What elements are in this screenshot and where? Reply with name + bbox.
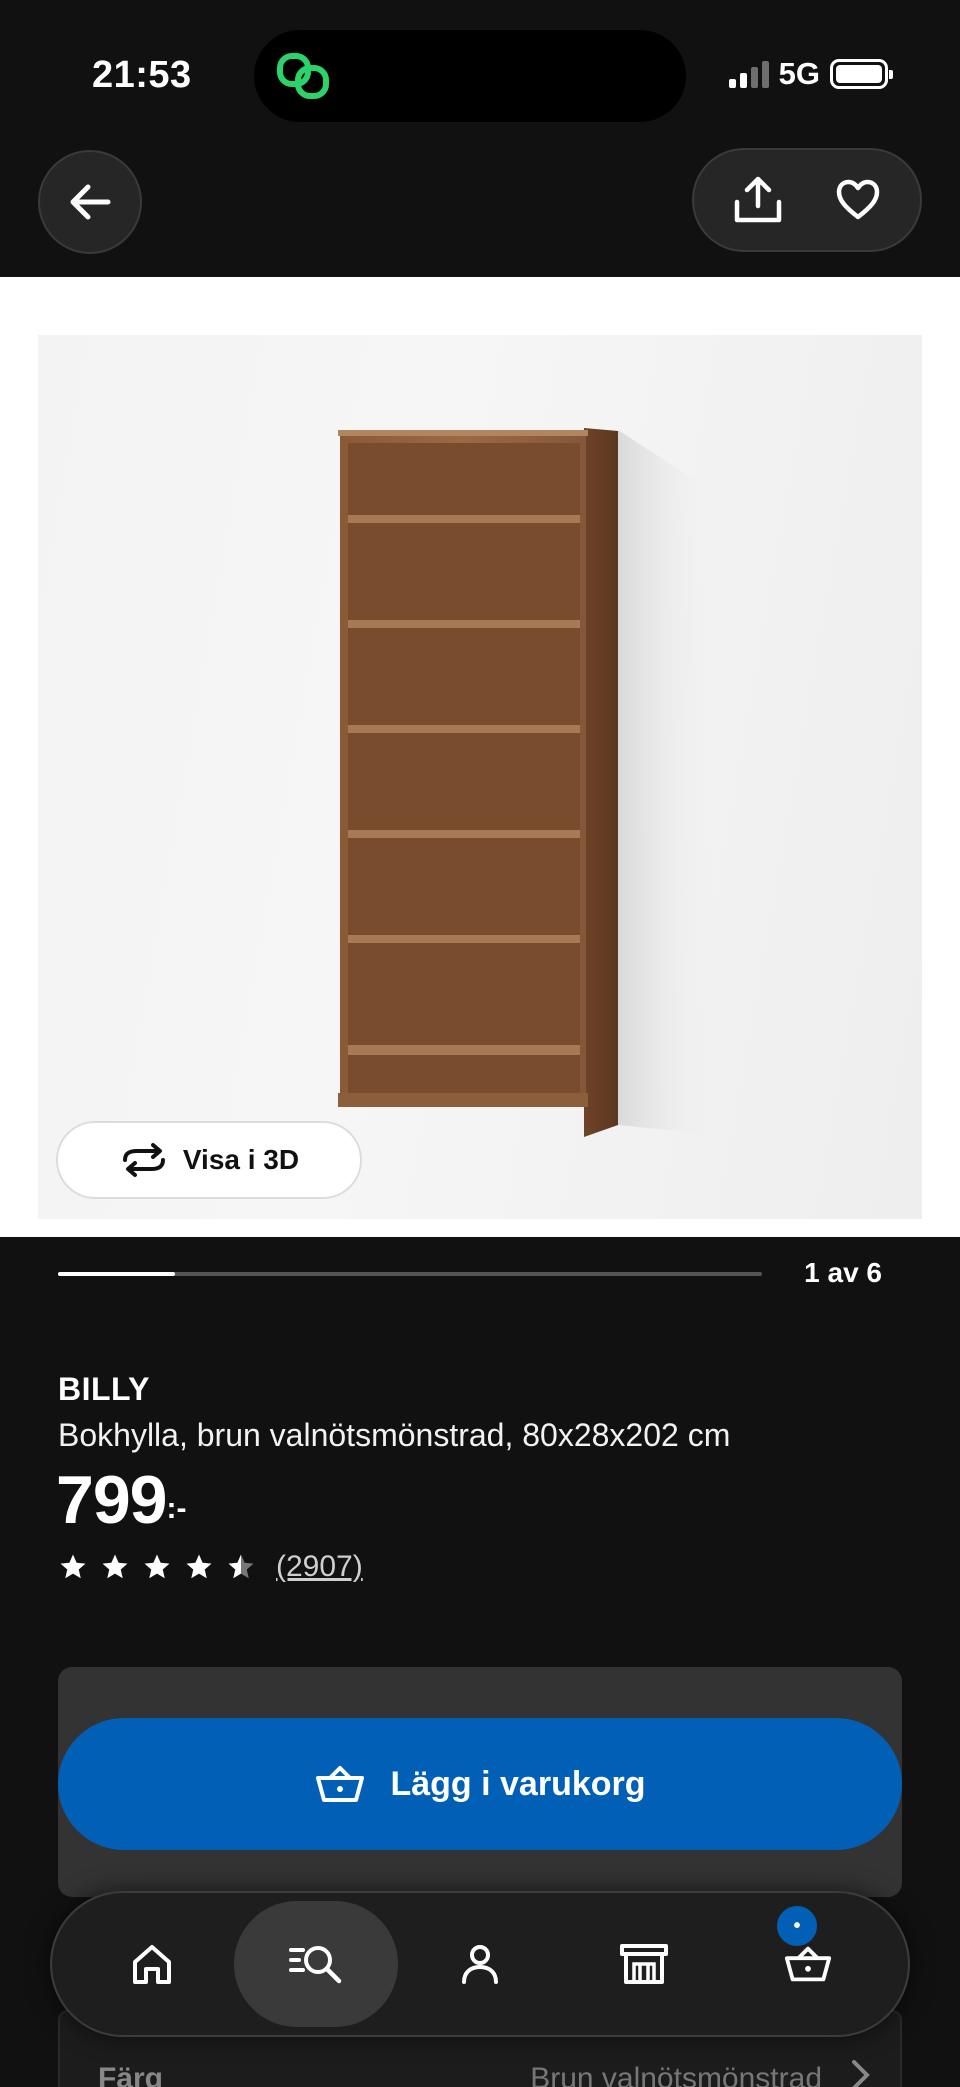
rotate-3d-icon xyxy=(122,1143,165,1177)
home-icon xyxy=(133,1945,171,1984)
price-value: 799 xyxy=(56,1462,167,1538)
add-to-cart-label: Lägg i varukorg xyxy=(390,1764,646,1803)
price-suffix: :- xyxy=(166,1492,187,1525)
store-icon xyxy=(620,1944,668,1984)
gallery-progress-fill xyxy=(58,1272,176,1276)
add-to-cart-button[interactable]: Lägg i varukorg xyxy=(58,1718,902,1850)
gallery-progress xyxy=(58,1272,762,1276)
basket-icon xyxy=(316,1766,365,1802)
nav-store[interactable] xyxy=(562,1901,726,2027)
cart-badge: • xyxy=(774,1903,820,1949)
link-icon xyxy=(277,53,329,99)
back-button[interactable] xyxy=(38,150,142,254)
cart-icon xyxy=(784,1946,832,1982)
star-icon xyxy=(102,1554,128,1579)
review-count-link[interactable]: (2907) xyxy=(276,1550,363,1584)
favorite-button[interactable] xyxy=(808,150,908,250)
star-icon xyxy=(144,1554,170,1579)
product-rating[interactable]: (2907) xyxy=(58,1550,363,1584)
view-3d-button[interactable]: Visa i 3D xyxy=(56,1121,362,1199)
search-icon xyxy=(289,1946,342,1984)
profile-icon xyxy=(462,1945,498,1984)
header-actions xyxy=(692,148,922,252)
star-icon xyxy=(60,1554,86,1579)
nav-home[interactable] xyxy=(70,1901,234,2027)
heart-icon xyxy=(836,179,880,220)
signal-icon xyxy=(728,60,769,88)
network-label: 5G xyxy=(778,56,820,91)
share-button[interactable] xyxy=(708,150,808,250)
gallery-page-indicator: 1 av 6 xyxy=(804,1257,882,1288)
product-description: Bokhylla, brun valnötsmönstrad, 80x28x20… xyxy=(58,1417,731,1453)
color-label: Färg xyxy=(98,2062,164,2087)
half-star-icon xyxy=(228,1554,254,1579)
status-time: 21:53 xyxy=(92,54,192,96)
product-image[interactable] xyxy=(38,335,922,1219)
product-brand: BILLY xyxy=(58,1371,150,1407)
arrow-left-icon xyxy=(70,184,111,220)
color-value: Brun valnötsmönstrad xyxy=(530,2062,822,2087)
bookcase-illustration xyxy=(338,428,718,1137)
dynamic-island xyxy=(254,30,686,122)
product-gallery[interactable]: Visa i 3D xyxy=(0,277,960,1237)
star-icon xyxy=(186,1554,212,1579)
nav-profile[interactable] xyxy=(398,1901,562,2027)
chevron-right-icon xyxy=(852,2060,870,2087)
product-price: 799 :- xyxy=(56,1462,186,1538)
view-3d-label: Visa i 3D xyxy=(182,1144,300,1175)
battery-icon xyxy=(830,59,893,89)
status-bar: 21:53 5G xyxy=(0,0,960,150)
status-indicators: 5G xyxy=(728,56,893,92)
nav-search[interactable] xyxy=(234,1901,398,2027)
share-icon xyxy=(734,176,782,223)
